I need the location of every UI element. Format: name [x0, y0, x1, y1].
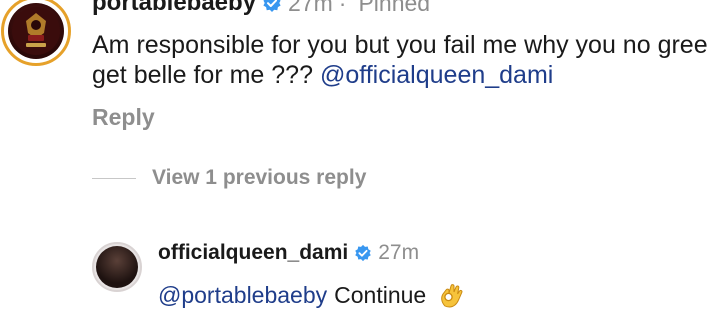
- ok-hand-emoji-icon: [436, 280, 466, 310]
- meta-separator: ·: [338, 0, 347, 16]
- view-previous-replies-button[interactable]: View 1 previous reply: [92, 164, 366, 192]
- comment-mention-link[interactable]: @officialqueen_dami: [320, 61, 553, 89]
- profile-photo-icon: [96, 246, 138, 288]
- reply-username[interactable]: officialqueen_dami: [158, 241, 348, 265]
- reply-header: officialqueen_dami 27m: [158, 238, 419, 268]
- reply-mention-link[interactable]: @portablebaeby: [158, 280, 327, 310]
- reply-comment: officialqueen_dami 27m @portablebaeby Co…: [0, 228, 724, 327]
- comment-body: Am responsible for you but you fail me w…: [92, 30, 712, 90]
- pinned-comment: portablebaeby 27m · Pinned Am responsibl…: [0, 0, 724, 150]
- verified-badge-icon: [354, 244, 372, 262]
- verified-badge-icon: [262, 0, 282, 13]
- logo-avatar-icon: [8, 3, 64, 59]
- pinned-badge: Pinned: [358, 0, 431, 16]
- divider-line: [92, 177, 136, 179]
- comment-header: portablebaeby 27m · Pinned: [92, 0, 430, 18]
- comment-username[interactable]: portablebaeby: [92, 0, 256, 17]
- reply-timestamp: 27m: [378, 241, 420, 264]
- comment-timestamp: 27m: [288, 0, 333, 16]
- reply-button[interactable]: Reply: [92, 104, 155, 131]
- view-previous-label: View 1 previous reply: [152, 166, 367, 189]
- reply-text: Continue: [334, 282, 427, 308]
- reply-body: @portablebaeby Continue: [158, 280, 466, 310]
- avatar[interactable]: [1, 0, 71, 66]
- reply-avatar[interactable]: [92, 242, 142, 292]
